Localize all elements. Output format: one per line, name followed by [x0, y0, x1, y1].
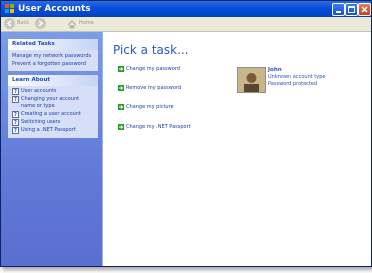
forward-button[interactable]	[35, 18, 46, 29]
user-password-status: Password protected	[268, 81, 318, 87]
learn-about-header[interactable]: Learn About	[8, 75, 98, 86]
toolbar: Back Home	[1, 17, 371, 32]
related-tasks-panel: Related Tasks Manage my network password…	[8, 39, 98, 71]
green-arrow-icon	[118, 66, 124, 72]
user-accounts-window: User Accounts Back Home Related Tasks Ma…	[0, 0, 372, 267]
user-picture-icon	[238, 68, 265, 92]
app-icon	[5, 4, 14, 13]
help-icon: ?	[12, 127, 19, 134]
green-arrow-icon	[118, 104, 124, 110]
user-picture	[237, 67, 266, 93]
learn-item-label: Creating a user account	[21, 111, 81, 117]
manage-network-passwords-link[interactable]: Manage my network passwords	[12, 52, 94, 60]
learn-item-switching-users[interactable]: ? Switching users	[12, 119, 94, 126]
help-icon: ?	[12, 119, 19, 126]
sidebar: Related Tasks Manage my network password…	[1, 32, 102, 266]
related-tasks-header[interactable]: Related Tasks	[8, 39, 98, 50]
back-button[interactable]	[4, 18, 15, 29]
learn-item-label: Using a .NET Passport	[21, 127, 76, 133]
task-label: Change my password	[126, 66, 180, 72]
learn-item-net-passport[interactable]: ? Using a .NET Passport	[12, 127, 94, 134]
minimize-icon	[336, 11, 341, 13]
learn-item-user-accounts[interactable]: ? User accounts	[12, 88, 94, 95]
user-name: John	[268, 67, 282, 73]
back-label: Back	[17, 20, 30, 26]
green-arrow-icon	[118, 85, 124, 91]
minimize-button[interactable]	[332, 3, 345, 16]
title-bar[interactable]: User Accounts	[1, 1, 371, 17]
learn-item-label: name or type	[21, 103, 55, 109]
user-account-type: Unknown account type	[268, 74, 326, 80]
learn-item-label: Changing your account	[21, 96, 80, 102]
learn-item-label: Switching users	[21, 119, 61, 125]
close-icon	[361, 6, 368, 13]
close-button[interactable]	[358, 3, 371, 16]
help-icon: ?	[12, 111, 19, 118]
maximize-button[interactable]	[345, 3, 358, 16]
green-arrow-icon	[118, 124, 124, 130]
prevent-forgotten-password-link[interactable]: Prevent a forgotten password	[12, 60, 94, 68]
forward-arrow-icon	[38, 20, 44, 27]
learn-item-changing-account[interactable]: ? Changing your account name or type	[12, 96, 94, 110]
back-arrow-icon	[6, 20, 12, 27]
page-heading: Pick a task...	[113, 43, 189, 57]
home-icon[interactable]	[67, 20, 77, 29]
help-icon: ?	[12, 96, 19, 103]
task-label: Change my .NET Passport	[126, 124, 191, 130]
sidebar-divider	[102, 32, 103, 266]
window-title: User Accounts	[18, 4, 91, 14]
home-label[interactable]: Home	[79, 20, 94, 26]
learn-item-label: User accounts	[21, 88, 57, 94]
maximize-icon	[348, 6, 355, 13]
learn-item-creating-account[interactable]: ? Creating a user account	[12, 111, 94, 118]
learn-about-panel: Learn About ? User accounts ? Changing y…	[8, 75, 98, 138]
task-label: Change my picture	[126, 104, 174, 110]
task-label: Remove my password	[126, 85, 182, 91]
help-icon: ?	[12, 88, 19, 95]
